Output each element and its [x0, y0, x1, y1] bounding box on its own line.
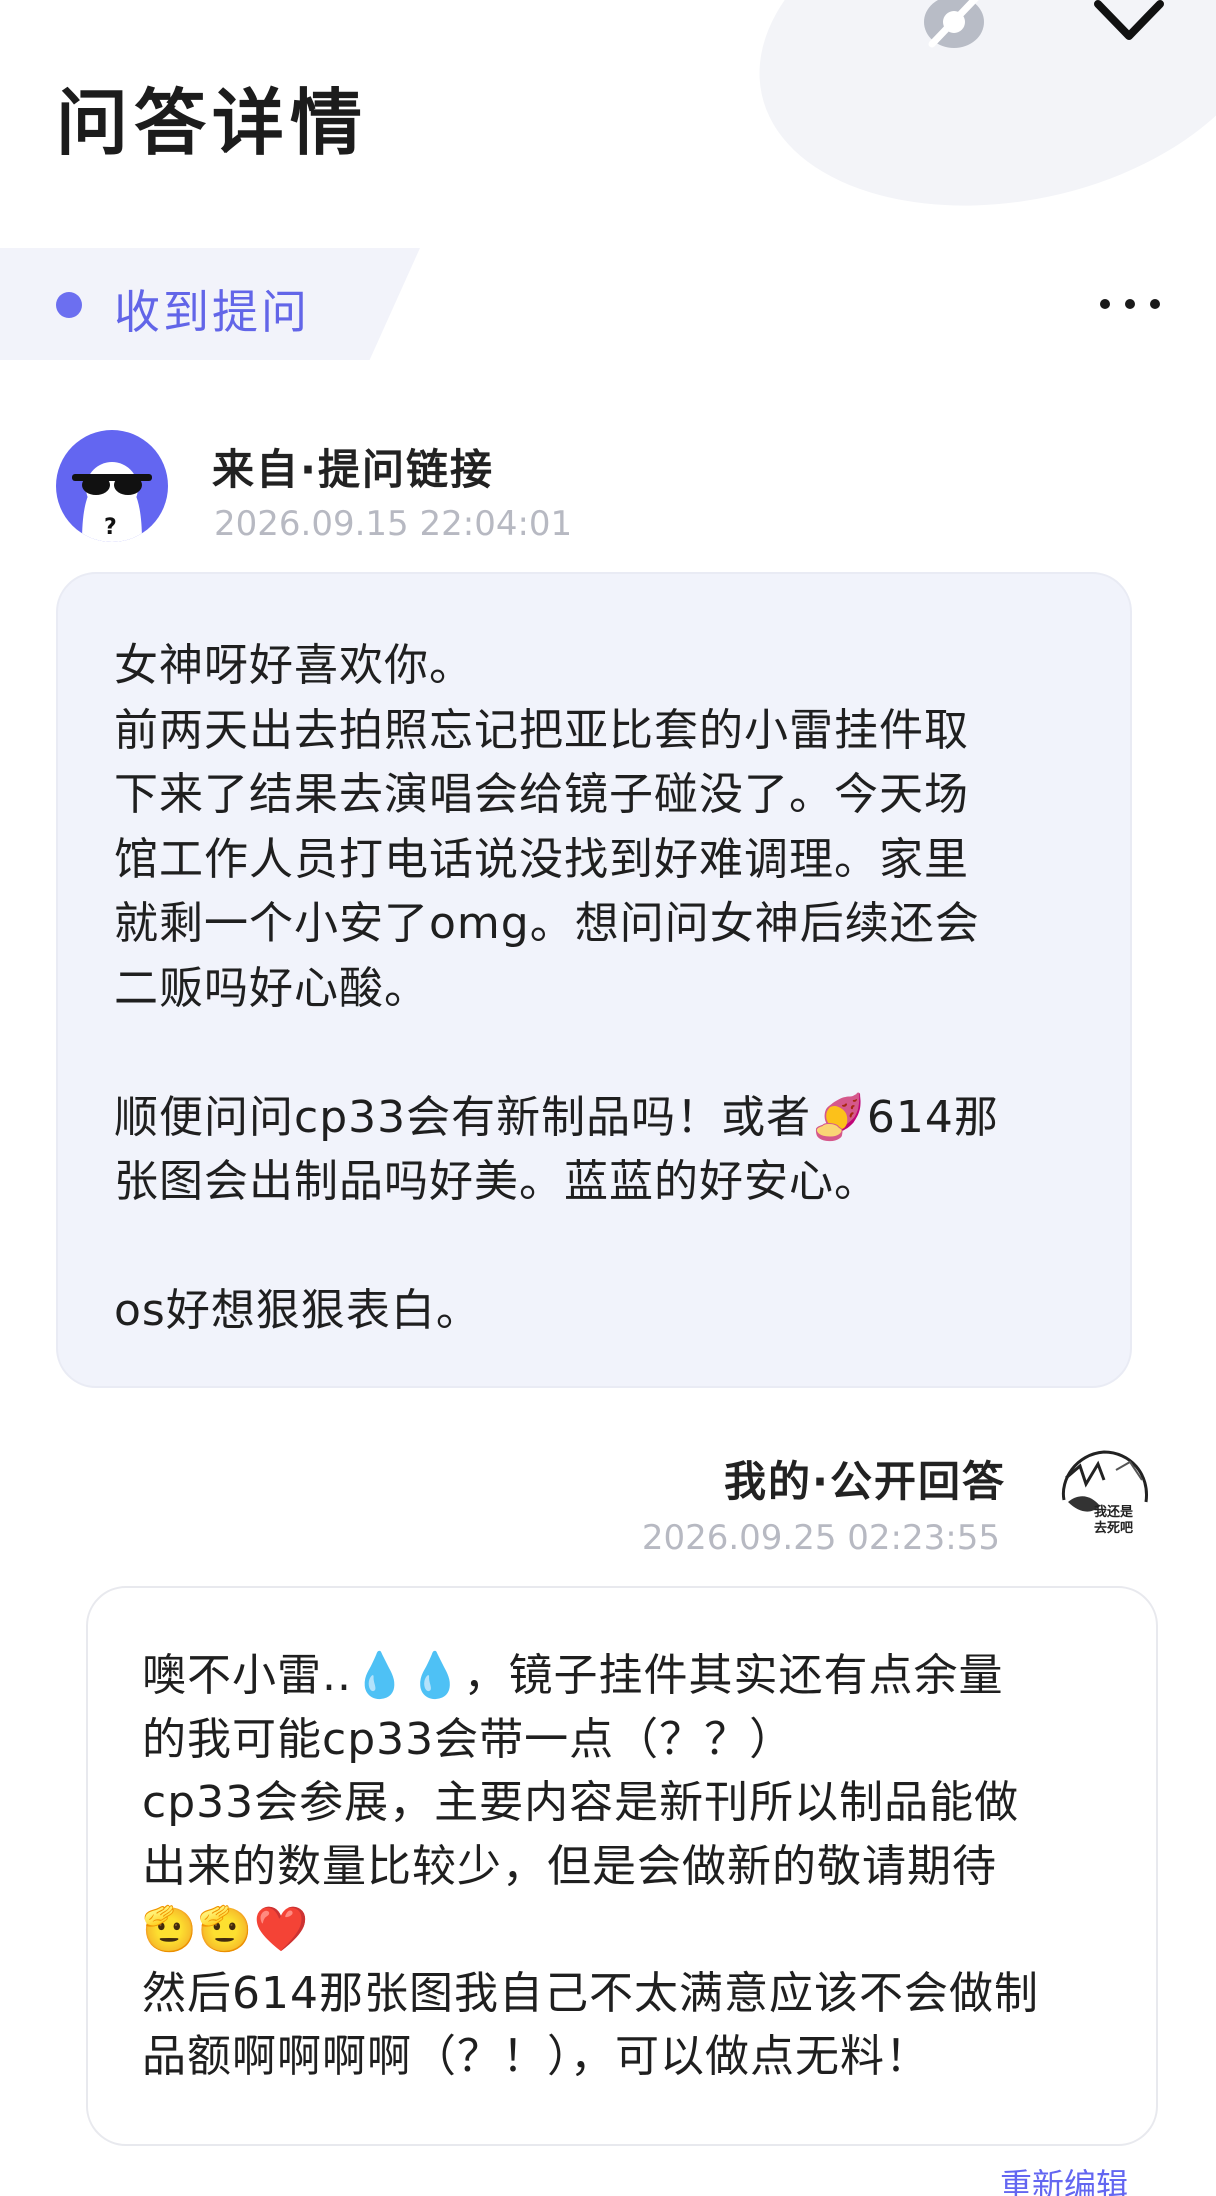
svg-text:去死吧: 去死吧: [1094, 1520, 1133, 1536]
page-title: 问答详情: [56, 81, 369, 165]
answer-text: 噢不小雷..💧💧，镜子挂件其实还有点余量 的我可能cp33会带一点（？？） cp…: [142, 1650, 1039, 2082]
answer-timestamp: 2026.09.25 02:23:55: [641, 1518, 1000, 1558]
answer-label: 我的·公开回答: [724, 1457, 1006, 1506]
dot: [1125, 299, 1135, 309]
eye-off-icon[interactable]: [918, 0, 990, 52]
section-dot-icon: [56, 292, 82, 318]
sketch-avatar-image: 我还是 去死吧: [1061, 1450, 1148, 1536]
chevron-down-icon[interactable]: [1090, 0, 1168, 48]
my-avatar[interactable]: 我还是 去死吧: [1046, 1440, 1160, 1554]
question-bubble: 女神呀好喜欢你。 前两天出去拍照忘记把亚比套的小雷挂件取 下来了结果去演唱会给镜…: [56, 572, 1132, 1388]
svg-text:我还是: 我还是: [1094, 1504, 1134, 1520]
svg-text:?: ?: [104, 515, 117, 540]
question-timestamp: 2026.09.15 22:04:01: [214, 504, 573, 544]
anonymous-sunglasses-icon: ?: [72, 462, 152, 542]
asker-avatar: ?: [56, 430, 168, 542]
question-text: 女神呀好喜欢你。 前两天出去拍照忘记把亚比套的小雷挂件取 下来了结果去演唱会给镜…: [114, 640, 999, 1336]
reedit-button[interactable]: 重新编辑: [1000, 2160, 1128, 2196]
dot: [1150, 299, 1160, 309]
section-title: 收到提问: [114, 285, 310, 339]
answer-bubble: 噢不小雷..💧💧，镜子挂件其实还有点余量 的我可能cp33会带一点（？？） cp…: [86, 1586, 1158, 2146]
dot: [1100, 299, 1110, 309]
more-dots-icon[interactable]: [1100, 282, 1160, 326]
question-source-label: 来自·提问链接: [212, 445, 494, 494]
header: 问答详情: [0, 0, 1216, 180]
